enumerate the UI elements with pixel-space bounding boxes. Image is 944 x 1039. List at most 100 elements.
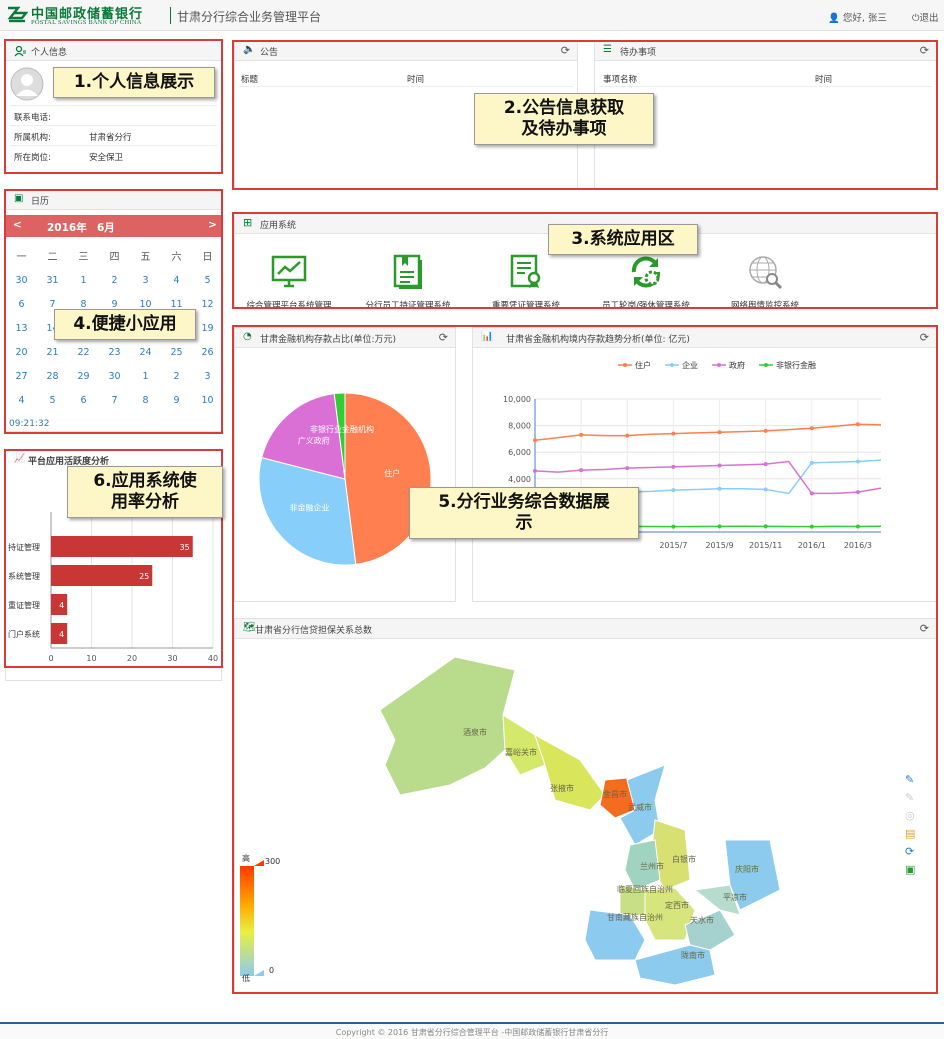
- line-panel: 📊 甘肃省金融机构境内存款趋势分析(单位: 亿元) ⟳ 住户 企业 政府 非银行金融 1…: [472, 327, 937, 602]
- usage-value-label: 4: [59, 630, 64, 639]
- calendar-day[interactable]: 3: [130, 275, 161, 293]
- calendar-prev-button[interactable]: <: [13, 219, 22, 231]
- data-view-icon[interactable]: ▤: [905, 825, 921, 843]
- refresh-icon[interactable]: ⟳: [561, 44, 570, 57]
- calendar-day[interactable]: 3: [192, 371, 223, 389]
- app-label: 员工轮岗/强休管理系统: [602, 301, 690, 311]
- app-label: 分行员工持证管理系统: [365, 301, 451, 311]
- logout-button[interactable]: ⏻退出: [912, 10, 939, 24]
- series-point: [717, 463, 722, 468]
- map-toolbox: ✎ ✎ ◎ ▤ ⟳ ▣: [905, 771, 921, 879]
- trend-line-icon: 📈: [14, 454, 26, 464]
- power-icon: ⏻: [912, 13, 920, 24]
- usage-category-label: 门户系统: [8, 629, 40, 639]
- calendar-day[interactable]: 10: [192, 395, 223, 413]
- calendar-day[interactable]: 29: [68, 371, 99, 389]
- line-y-tick: 4,000: [508, 475, 531, 484]
- calendar-day[interactable]: 30: [99, 371, 130, 389]
- calendar-day[interactable]: 9: [161, 395, 192, 413]
- calendar-day[interactable]: 6: [6, 299, 37, 317]
- callout-notice: 2.公告信息获取 及待办事项: [474, 93, 654, 145]
- line-x-tick: 2016/3: [844, 541, 872, 550]
- save-image-icon[interactable]: ▣: [905, 861, 921, 879]
- app-certificate[interactable]: 分行员工持证管理系统: [358, 254, 458, 311]
- legend-label: 住户: [635, 360, 651, 370]
- callout-data: 5.分行业务综合数据展 示: [409, 487, 639, 539]
- map-legend-bar[interactable]: [240, 866, 254, 976]
- top-header: 中国邮政储蓄银行 POSTAL SAVINGS BANK OF CHINA 甘肃…: [0, 0, 944, 31]
- app-rotation[interactable]: 员工轮岗/强休管理系统: [596, 254, 696, 311]
- map-region-zhangye[interactable]: [534, 733, 606, 811]
- map-legend-high: 高: [242, 854, 250, 863]
- notice-col-title: 标题: [241, 75, 259, 85]
- list-icon: ☰: [603, 44, 612, 55]
- calendar-day[interactable]: 27: [6, 371, 37, 389]
- calendar-day[interactable]: 26: [192, 347, 223, 365]
- rotation-gear-icon: [631, 256, 661, 288]
- calendar-next-button[interactable]: >: [208, 219, 217, 231]
- user-greeting[interactable]: 👤 您好, 张三: [828, 10, 887, 24]
- line-chart-icon: 📊: [481, 331, 494, 342]
- callout-data-line2: 示: [515, 513, 533, 533]
- calendar-day[interactable]: 25: [161, 347, 192, 365]
- gansu-choropleth-map: 酒泉市 嘉峪关市 张掖市 金昌市 武威市 兰州市 白银市 临夏回族自治州 定西市…: [240, 656, 781, 986]
- refresh-icon[interactable]: ⟳: [439, 331, 448, 344]
- calendar-day[interactable]: 21: [37, 347, 68, 365]
- calendar-day[interactable]: 23: [99, 347, 130, 365]
- calendar-day[interactable]: 4: [6, 395, 37, 413]
- legend-label: 政府: [729, 360, 745, 370]
- restore-icon[interactable]: ◎: [905, 807, 921, 825]
- calendar-weekday: 二: [47, 252, 58, 263]
- calendar-day[interactable]: 19: [192, 323, 223, 341]
- legend-swatch-dot: [670, 363, 674, 367]
- calendar-day[interactable]: 30: [6, 275, 37, 293]
- calendar-day[interactable]: 1: [68, 275, 99, 293]
- refresh-icon[interactable]: ⟳: [920, 622, 929, 635]
- series-point: [717, 430, 722, 435]
- legend-label: 非银行金融: [776, 360, 816, 370]
- callout-profile: 1.个人信息展示: [53, 67, 215, 98]
- calendar-day[interactable]: 31: [37, 275, 68, 293]
- refresh-icon[interactable]: ⟳: [920, 331, 929, 344]
- callout-calendar: 4.便捷小应用: [54, 309, 196, 340]
- calendar-day[interactable]: 5: [37, 395, 68, 413]
- calendar-day[interactable]: 22: [68, 347, 99, 365]
- calendar-day[interactable]: 13: [6, 323, 37, 341]
- app-system-admin[interactable]: 综合管理平台系统管理: [239, 254, 339, 311]
- calendar-day[interactable]: 28: [37, 371, 68, 389]
- line-y-tick: 10,000: [503, 395, 531, 404]
- refresh-icon[interactable]: ⟳: [905, 843, 921, 861]
- calendar-day[interactable]: 2: [99, 275, 130, 293]
- calendar-day[interactable]: 2: [161, 371, 192, 389]
- calendar-day[interactable]: 8: [130, 395, 161, 413]
- edit-disabled-icon[interactable]: ✎: [905, 789, 921, 807]
- series-line: [534, 423, 882, 441]
- calendar-day[interactable]: 7: [99, 395, 130, 413]
- calendar-day[interactable]: 12: [192, 299, 223, 317]
- map-legend-min: 0: [269, 966, 275, 975]
- calendar-day[interactable]: 24: [130, 347, 161, 365]
- callout-data-line1: 5.分行业务综合数据展: [438, 492, 610, 512]
- legend-swatch-dot: [717, 363, 721, 367]
- series-point: [809, 524, 814, 529]
- map-region-jiuquan[interactable]: [379, 656, 516, 796]
- calendar-day[interactable]: 4: [161, 275, 192, 293]
- callout-apps: 3.系统应用区: [548, 224, 698, 255]
- map-panel-header: 🗺 甘肃省分行信贷担保关系总数 ⟳: [235, 619, 936, 639]
- usage-value-label: 4: [59, 601, 64, 610]
- todo-col-time: 时间: [815, 75, 833, 85]
- calendar-day[interactable]: 20: [6, 347, 37, 365]
- refresh-icon[interactable]: ⟳: [920, 44, 929, 57]
- calendar-day[interactable]: 5: [192, 275, 223, 293]
- edit-icon[interactable]: ✎: [905, 771, 921, 789]
- app-voucher[interactable]: 重要凭证管理系统: [476, 254, 576, 311]
- line-y-tick: 8,000: [508, 422, 531, 431]
- globe-search-icon: [749, 256, 783, 290]
- app-public-opinion[interactable]: 网络舆情监控系统: [715, 254, 815, 311]
- line-y-tick: 6,000: [508, 448, 531, 457]
- usage-category-label: 持证管理: [8, 542, 40, 552]
- calendar-day[interactable]: 6: [68, 395, 99, 413]
- calendar-day[interactable]: 1: [130, 371, 161, 389]
- pie-slice-label: 非金融企业: [290, 502, 330, 512]
- user-greeting-text: 您好, 张三: [842, 13, 887, 24]
